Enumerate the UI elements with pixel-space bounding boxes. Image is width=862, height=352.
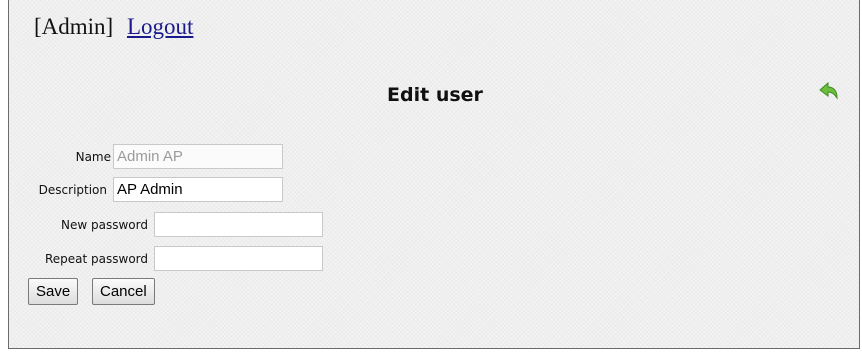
top-bar: [Admin] Logout <box>34 14 193 40</box>
cancel-button[interactable]: Cancel <box>92 278 155 305</box>
description-label: Description <box>38 183 107 197</box>
page-title: Edit user <box>387 84 483 106</box>
new-password-field[interactable] <box>154 212 323 237</box>
logout-link[interactable]: Logout <box>127 14 193 39</box>
repeat-password-field[interactable] <box>154 246 323 271</box>
current-user: [Admin] <box>34 14 114 39</box>
description-field[interactable] <box>113 177 283 202</box>
page-frame: [Admin] Logout Edit user Name Descriptio… <box>8 0 860 349</box>
name-label: Name <box>75 150 111 164</box>
save-button[interactable]: Save <box>28 278 79 305</box>
new-password-label: New password <box>61 218 148 232</box>
repeat-password-label: Repeat password <box>44 252 148 266</box>
back-arrow-icon[interactable] <box>817 80 839 102</box>
name-field[interactable] <box>113 144 283 169</box>
